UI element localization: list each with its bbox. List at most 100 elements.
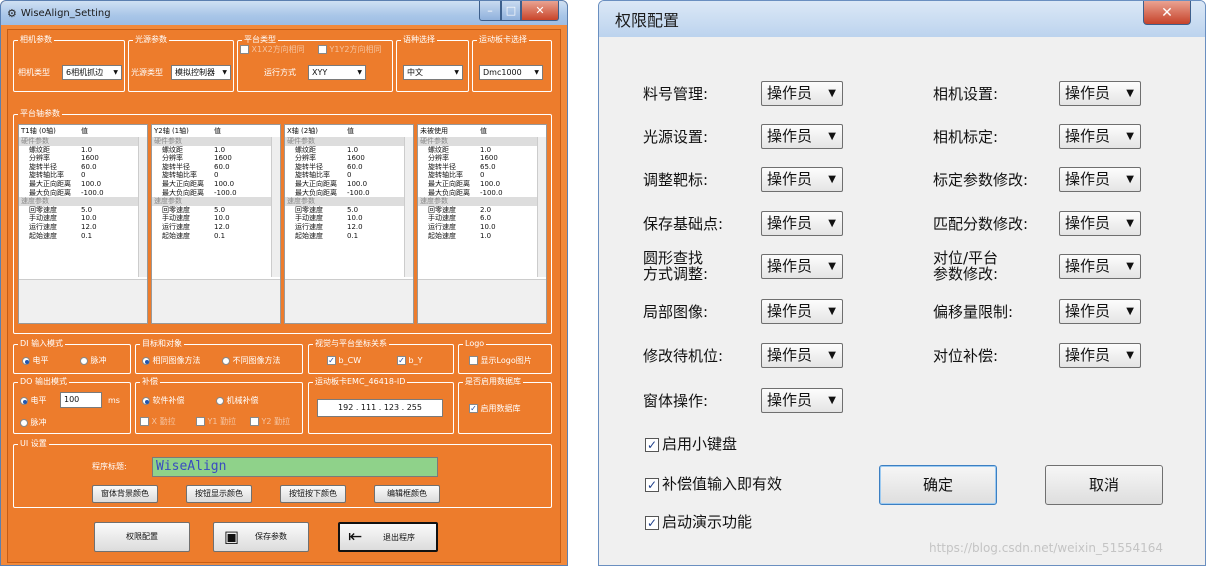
grid-row[interactable]: 最大负向距离 -100.0 <box>418 189 546 198</box>
grid-row[interactable]: 手动速度 6.0 <box>418 214 546 223</box>
permission-config-button[interactable]: 权限配置 <box>94 522 190 552</box>
grid-row[interactable]: 回零速度 5.0 <box>152 206 280 215</box>
di-level-radio[interactable]: 电平 <box>22 355 49 367</box>
enable-keyboard-checkbox[interactable]: ✓ 启用小键盘 <box>645 433 737 454</box>
grid-row[interactable]: 分辨率 1600 <box>418 154 546 163</box>
minimize-icon[interactable]: – <box>479 1 501 21</box>
program-title-input[interactable]: WiseAlign <box>152 457 438 477</box>
grid-row[interactable]: 手动速度 10.0 <box>152 214 280 223</box>
maximize-icon[interactable]: □ <box>501 1 521 21</box>
grid-row[interactable]: 旋转轴比率 0 <box>285 171 413 180</box>
grid-row[interactable]: 起始速度 0.1 <box>152 232 280 241</box>
permission-level-select[interactable]: 操作员 ▼ <box>1059 299 1141 324</box>
permission-level-select[interactable]: 操作员 ▼ <box>761 211 843 236</box>
target-same-radio[interactable]: 相同图像方法 <box>142 355 201 367</box>
run-mode-select[interactable]: XYY ▼ <box>308 65 366 80</box>
enable-db-checkbox[interactable]: ✓ 启用数据库 <box>469 403 521 415</box>
button-display-color-button[interactable]: 按钮显示颜色 <box>186 485 252 503</box>
grid-row[interactable]: 手动速度 10.0 <box>19 214 147 223</box>
board-ip-input[interactable]: 192 . 111 . 123 . 255 <box>317 399 443 417</box>
grid-scrollbar[interactable] <box>271 137 280 277</box>
permission-level-select[interactable]: 操作员 ▼ <box>761 343 843 368</box>
grid-row[interactable]: 螺纹距 1.0 <box>152 146 280 155</box>
window-bg-color-button[interactable]: 窗体背景颜色 <box>92 485 158 503</box>
light-type-select[interactable]: 模拟控制器 ▼ <box>171 65 231 80</box>
grid-row[interactable]: 运行速度 12.0 <box>19 223 147 232</box>
grid-category[interactable]: 速度参数 <box>19 197 147 206</box>
exit-program-button[interactable]: ⇤ 退出程序 <box>338 522 438 552</box>
grid-row[interactable]: 螺纹距 1.0 <box>19 146 147 155</box>
grid-row[interactable]: 运行速度 12.0 <box>285 223 413 232</box>
cancel-button[interactable]: 取消 <box>1045 465 1163 505</box>
grid-row[interactable]: 回零速度 5.0 <box>19 206 147 215</box>
platform-opt1[interactable]: X1X2方向相同 <box>240 44 305 56</box>
grid-category[interactable]: 速度参数 <box>152 197 280 206</box>
camera-type-select[interactable]: 6相机抓边 ▼ <box>62 65 122 80</box>
close-icon[interactable]: ✕ <box>1143 1 1191 25</box>
show-logo-checkbox[interactable]: 显示Logo图片 <box>469 355 532 367</box>
grid-row[interactable]: 旋转轴比率 0 <box>152 171 280 180</box>
permission-level-select[interactable]: 操作员 ▼ <box>761 254 843 279</box>
grid-row[interactable]: 起始速度 0.1 <box>285 232 413 241</box>
grid-category[interactable]: 硬件参数 <box>285 137 413 146</box>
grid-row[interactable]: 最大正向距离 100.0 <box>285 180 413 189</box>
grid-category[interactable]: 速度参数 <box>285 197 413 206</box>
software-comp-radio[interactable]: 软件补偿 <box>142 395 185 407</box>
grid-row[interactable]: 螺纹距 1.0 <box>285 146 413 155</box>
do-pulse-radio[interactable]: 脉冲 <box>20 417 47 429</box>
grid-row[interactable]: 分辨率 1600 <box>152 154 280 163</box>
permission-level-select[interactable]: 操作员 ▼ <box>1059 211 1141 236</box>
platform-opt2[interactable]: Y1Y2方向相同 <box>318 44 382 56</box>
target-diff-radio[interactable]: 不同图像方法 <box>222 355 281 367</box>
do-level-radio[interactable]: 电平 <box>20 395 47 407</box>
grid-row[interactable]: 运行速度 12.0 <box>152 223 280 232</box>
axis-property-grid[interactable]: 未被使用 值硬件参数 螺纹距 1.0 分辨率 1600 旋转半径 65.0 旋转轴比率 0 最大正向… <box>417 124 547 324</box>
comp-y2-checkbox[interactable]: Y2 勤拉 <box>250 416 290 428</box>
grid-row[interactable]: 旋转轴比率 0 <box>418 171 546 180</box>
language-select[interactable]: 中文 ▼ <box>403 65 463 80</box>
edit-box-color-button[interactable]: 编辑框颜色 <box>374 485 440 503</box>
comp-y1-checkbox[interactable]: Y1 勤拉 <box>196 416 236 428</box>
grid-row[interactable]: 回零速度 2.0 <box>418 206 546 215</box>
grid-row[interactable]: 旋转半径 60.0 <box>19 163 147 172</box>
grid-row[interactable]: 分辨率 1600 <box>19 154 147 163</box>
b-y-checkbox[interactable]: ✓ b_Y <box>397 355 423 367</box>
save-params-button[interactable]: ▣ 保存参数 <box>213 522 309 552</box>
grid-row[interactable]: 最大正向距离 100.0 <box>418 180 546 189</box>
grid-row[interactable]: 最大正向距离 100.0 <box>152 180 280 189</box>
motion-board-select[interactable]: Dmc1000 ▼ <box>479 65 543 80</box>
permission-level-select[interactable]: 操作员 ▼ <box>1059 81 1141 106</box>
axis-property-grid[interactable]: Y2轴 (1轴) 值硬件参数 螺纹距 1.0 分辨率 1600 旋转半径 60.0 旋转轴比率 0… <box>151 124 281 324</box>
grid-row[interactable]: 旋转半径 60.0 <box>152 163 280 172</box>
demo-mode-checkbox[interactable]: ✓ 启动演示功能 <box>645 511 752 532</box>
grid-scrollbar[interactable] <box>138 137 147 277</box>
permission-level-select[interactable]: 操作员 ▼ <box>1059 254 1141 279</box>
axis-property-grid[interactable]: T1轴 (0轴) 值硬件参数 螺纹距 1.0 分辨率 1600 旋转半径 60.0 旋转轴比率 0… <box>18 124 148 324</box>
permission-level-select[interactable]: 操作员 ▼ <box>761 124 843 149</box>
grid-row[interactable]: 最大负向距离 -100.0 <box>19 189 147 198</box>
grid-row[interactable]: 最大正向距离 100.0 <box>19 180 147 189</box>
grid-row[interactable]: 起始速度 1.0 <box>418 232 546 241</box>
grid-row[interactable]: 最大负向距离 -100.0 <box>152 189 280 198</box>
grid-row[interactable]: 旋转轴比率 0 <box>19 171 147 180</box>
ok-button[interactable]: 确定 <box>879 465 997 505</box>
grid-category[interactable]: 速度参数 <box>418 197 546 206</box>
close-icon[interactable]: ✕ <box>521 1 559 21</box>
grid-category[interactable]: 硬件参数 <box>19 137 147 146</box>
mechanical-comp-radio[interactable]: 机械补偿 <box>216 395 259 407</box>
permission-level-select[interactable]: 操作员 ▼ <box>761 388 843 413</box>
grid-row[interactable]: 旋转半径 65.0 <box>418 163 546 172</box>
permission-level-select[interactable]: 操作员 ▼ <box>1059 124 1141 149</box>
grid-row[interactable]: 回零速度 5.0 <box>285 206 413 215</box>
grid-row[interactable]: 旋转半径 60.0 <box>285 163 413 172</box>
permission-level-select[interactable]: 操作员 ▼ <box>761 299 843 324</box>
di-pulse-radio[interactable]: 脉冲 <box>80 355 107 367</box>
grid-category[interactable]: 硬件参数 <box>152 137 280 146</box>
grid-row[interactable]: 起始速度 0.1 <box>19 232 147 241</box>
permission-level-select[interactable]: 操作员 ▼ <box>761 81 843 106</box>
permission-level-select[interactable]: 操作员 ▼ <box>761 167 843 192</box>
grid-row[interactable]: 螺纹距 1.0 <box>418 146 546 155</box>
grid-scrollbar[interactable] <box>404 137 413 277</box>
grid-row[interactable]: 分辨率 1600 <box>285 154 413 163</box>
grid-row[interactable]: 手动速度 10.0 <box>285 214 413 223</box>
